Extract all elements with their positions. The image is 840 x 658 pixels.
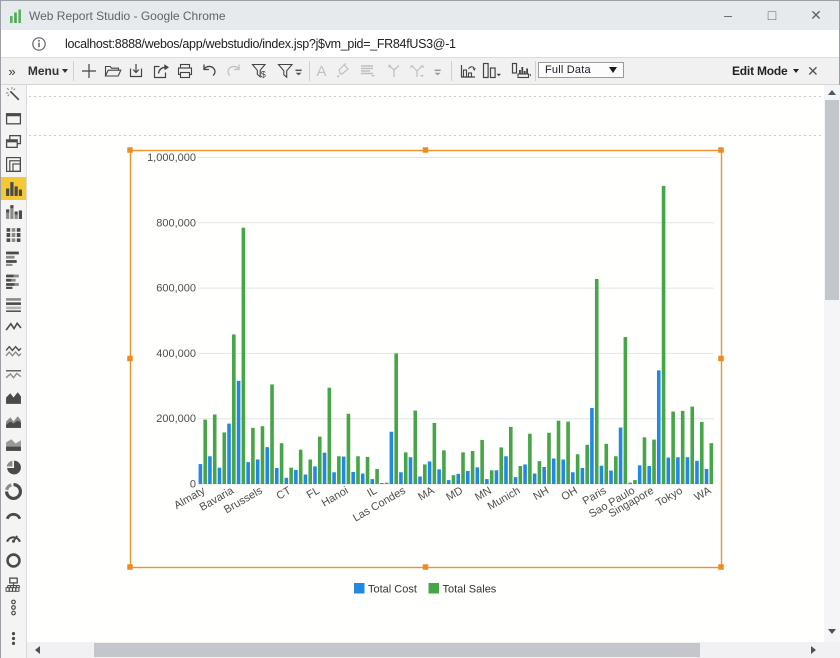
svg-text:Las Condes: Las Condes — [351, 484, 408, 524]
svg-text:CT: CT — [274, 485, 293, 503]
svg-text:WA: WA — [692, 484, 714, 503]
svg-text:IL: IL — [365, 485, 379, 500]
svg-text:OH: OH — [559, 485, 579, 504]
svg-text:NH: NH — [531, 485, 551, 503]
svg-text:200,000: 200,000 — [156, 413, 196, 425]
svg-text:Tokyo: Tokyo — [654, 485, 685, 510]
svg-text:1,000,000: 1,000,000 — [147, 152, 196, 164]
svg-text:MD: MD — [444, 485, 465, 504]
svg-text:Hanoi: Hanoi — [320, 485, 351, 510]
svg-text:Total Sales: Total Sales — [443, 584, 497, 596]
svg-text:600,000: 600,000 — [156, 283, 196, 295]
svg-text:800,000: 800,000 — [156, 217, 196, 229]
svg-text:Total Cost: Total Cost — [368, 584, 417, 596]
svg-text:Munich: Munich — [486, 485, 523, 513]
svg-text:400,000: 400,000 — [156, 348, 196, 360]
svg-text:MA: MA — [416, 484, 437, 503]
